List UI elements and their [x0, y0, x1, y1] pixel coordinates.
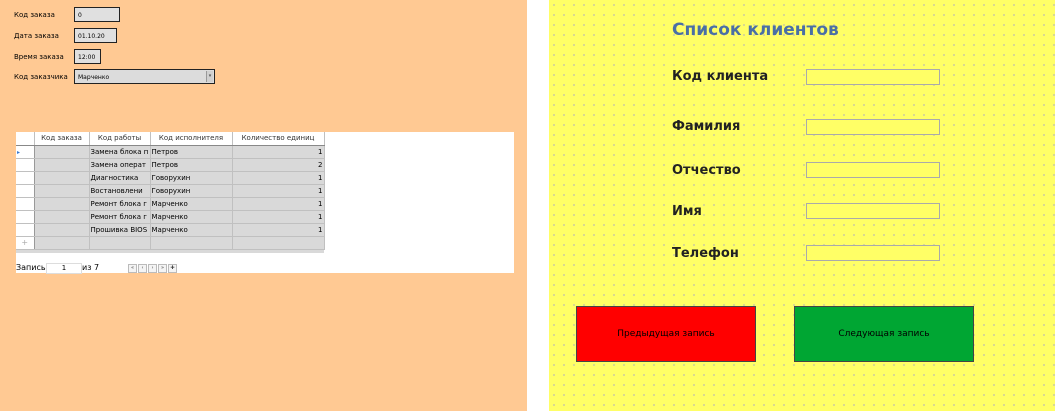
panel-divider — [527, 0, 549, 411]
next-record-icon[interactable]: › — [148, 264, 157, 273]
record-count-label: из 7 — [82, 263, 100, 272]
column-header-order-code[interactable]: Код заказа — [34, 132, 90, 146]
cell-order-code[interactable] — [34, 184, 90, 198]
table-row[interactable]: Замена операт Петров 2 — [16, 158, 325, 172]
row-selector-header[interactable] — [16, 132, 35, 146]
cell-order-code[interactable] — [34, 197, 90, 211]
table-row[interactable]: ▸ Замена блока п Петров 1 — [16, 145, 325, 159]
cell-work-code[interactable]: Востановлени — [89, 184, 151, 198]
page-title: Список клиентов — [672, 20, 839, 40]
first-name-field[interactable] — [806, 203, 940, 219]
order-code-field[interactable]: 0 — [74, 7, 120, 22]
cell-order-code[interactable] — [34, 236, 90, 250]
table-row[interactable]: Востановлени Говорухин 1 — [16, 184, 325, 198]
order-date-label: Дата заказа — [14, 32, 59, 40]
cell-executor[interactable]: Говорухин — [150, 171, 233, 185]
navigation-buttons: «‹ ›» ✚ — [128, 264, 178, 273]
patronymic-field[interactable] — [806, 162, 940, 178]
cell-executor[interactable]: Марченко — [150, 210, 233, 224]
row-selector[interactable] — [16, 158, 35, 172]
cell-executor[interactable]: Марченко — [150, 197, 233, 211]
phone-label: Телефон — [672, 246, 739, 261]
cell-order-code[interactable] — [34, 171, 90, 185]
order-code-label: Код заказа — [14, 11, 55, 19]
record-number-input[interactable]: 1 — [46, 263, 82, 274]
client-form-panel: Список клиентов Код клиента Фамилия Отче… — [549, 0, 1055, 411]
patronymic-label: Отчество — [672, 163, 741, 178]
row-selector[interactable] — [16, 210, 35, 224]
order-date-field[interactable]: 01.10.20 — [74, 28, 117, 43]
phone-field[interactable] — [806, 245, 940, 261]
cell-work-code[interactable]: Ремонт блока г — [89, 197, 151, 211]
order-form-panel: Код заказа 0 Дата заказа 01.10.20 Время … — [0, 0, 527, 411]
cell-quantity[interactable]: 1 — [232, 171, 325, 185]
record-label: Запись — [16, 263, 46, 272]
new-row[interactable]: + — [16, 236, 325, 250]
cell-executor[interactable]: Петров — [150, 158, 233, 172]
last-name-field[interactable] — [806, 119, 940, 135]
new-row-selector[interactable]: + — [16, 236, 35, 250]
cell-executor[interactable]: Марченко — [150, 223, 233, 237]
customer-code-select[interactable]: Марченко ▾ — [74, 69, 215, 84]
cell-quantity[interactable]: 2 — [232, 158, 325, 172]
cell-order-code[interactable] — [34, 145, 90, 159]
row-selector[interactable] — [16, 171, 35, 185]
row-selector[interactable] — [16, 184, 35, 198]
row-selector[interactable] — [16, 197, 35, 211]
cell-quantity[interactable]: 1 — [232, 210, 325, 224]
new-row-plus-icon: + — [21, 238, 29, 247]
table-header-row: Код заказа Код работы Код исполнителя Ко… — [16, 132, 325, 146]
client-code-field[interactable] — [806, 69, 940, 85]
first-record-icon[interactable]: « — [128, 264, 137, 273]
cell-work-code[interactable]: Замена операт — [89, 158, 151, 172]
cell-work-code[interactable]: Прошивка BIOS — [89, 223, 151, 237]
last-name-label: Фамилия — [672, 119, 741, 134]
cell-order-code[interactable] — [34, 210, 90, 224]
cell-work-code[interactable]: Замена блока п — [89, 145, 151, 159]
cell-quantity[interactable] — [232, 236, 325, 250]
row-selector[interactable]: ▸ — [16, 145, 35, 159]
client-code-label: Код клиента — [672, 69, 769, 84]
cell-executor[interactable]: Говорухин — [150, 184, 233, 198]
customer-code-label: Код заказчика — [14, 73, 68, 81]
table-row[interactable]: Прошивка BIOS Марченко 1 — [16, 223, 325, 237]
cell-quantity[interactable]: 1 — [232, 223, 325, 237]
cell-executor[interactable] — [150, 236, 233, 250]
cell-executor[interactable]: Петров — [150, 145, 233, 159]
order-items-grid: Код заказа Код работы Код исполнителя Ко… — [16, 132, 514, 274]
cell-work-code[interactable] — [89, 236, 151, 250]
order-time-field[interactable]: 12:00 — [74, 49, 101, 64]
cell-order-code[interactable] — [34, 158, 90, 172]
table-row[interactable]: Ремонт блока г Марченко 1 — [16, 197, 325, 211]
order-items-table: Код заказа Код работы Код исполнителя Ко… — [16, 132, 325, 250]
new-record-icon[interactable]: ✚ — [168, 264, 177, 273]
column-header-quantity[interactable]: Количество единиц — [232, 132, 325, 146]
cell-work-code[interactable]: Ремонт блока г — [89, 210, 151, 224]
first-name-label: Имя — [672, 204, 702, 219]
current-row-pointer-icon: ▸ — [17, 148, 21, 156]
dropdown-arrow-icon[interactable]: ▾ — [206, 71, 213, 82]
cell-quantity[interactable]: 1 — [232, 145, 325, 159]
customer-code-value: Марченко — [78, 74, 110, 81]
last-record-icon[interactable]: » — [158, 264, 167, 273]
cell-quantity[interactable]: 1 — [232, 197, 325, 211]
column-header-work-code[interactable]: Код работы — [89, 132, 151, 146]
cell-work-code[interactable]: Диагностика — [89, 171, 151, 185]
cell-quantity[interactable]: 1 — [232, 184, 325, 198]
cell-order-code[interactable] — [34, 223, 90, 237]
row-selector[interactable] — [16, 223, 35, 237]
table-row[interactable]: Ремонт блока г Марченко 1 — [16, 210, 325, 224]
table-row[interactable]: Диагностика Говорухин 1 — [16, 171, 325, 185]
order-time-label: Время заказа — [14, 53, 64, 61]
record-navigator: Запись 1 из 7 «‹ ›» ✚ — [16, 263, 196, 274]
column-header-executor-code[interactable]: Код исполнителя — [150, 132, 233, 146]
previous-record-button[interactable]: Предыдущая запись — [576, 306, 756, 362]
next-record-button[interactable]: Следующая запись — [794, 306, 974, 362]
previous-record-icon[interactable]: ‹ — [138, 264, 147, 273]
